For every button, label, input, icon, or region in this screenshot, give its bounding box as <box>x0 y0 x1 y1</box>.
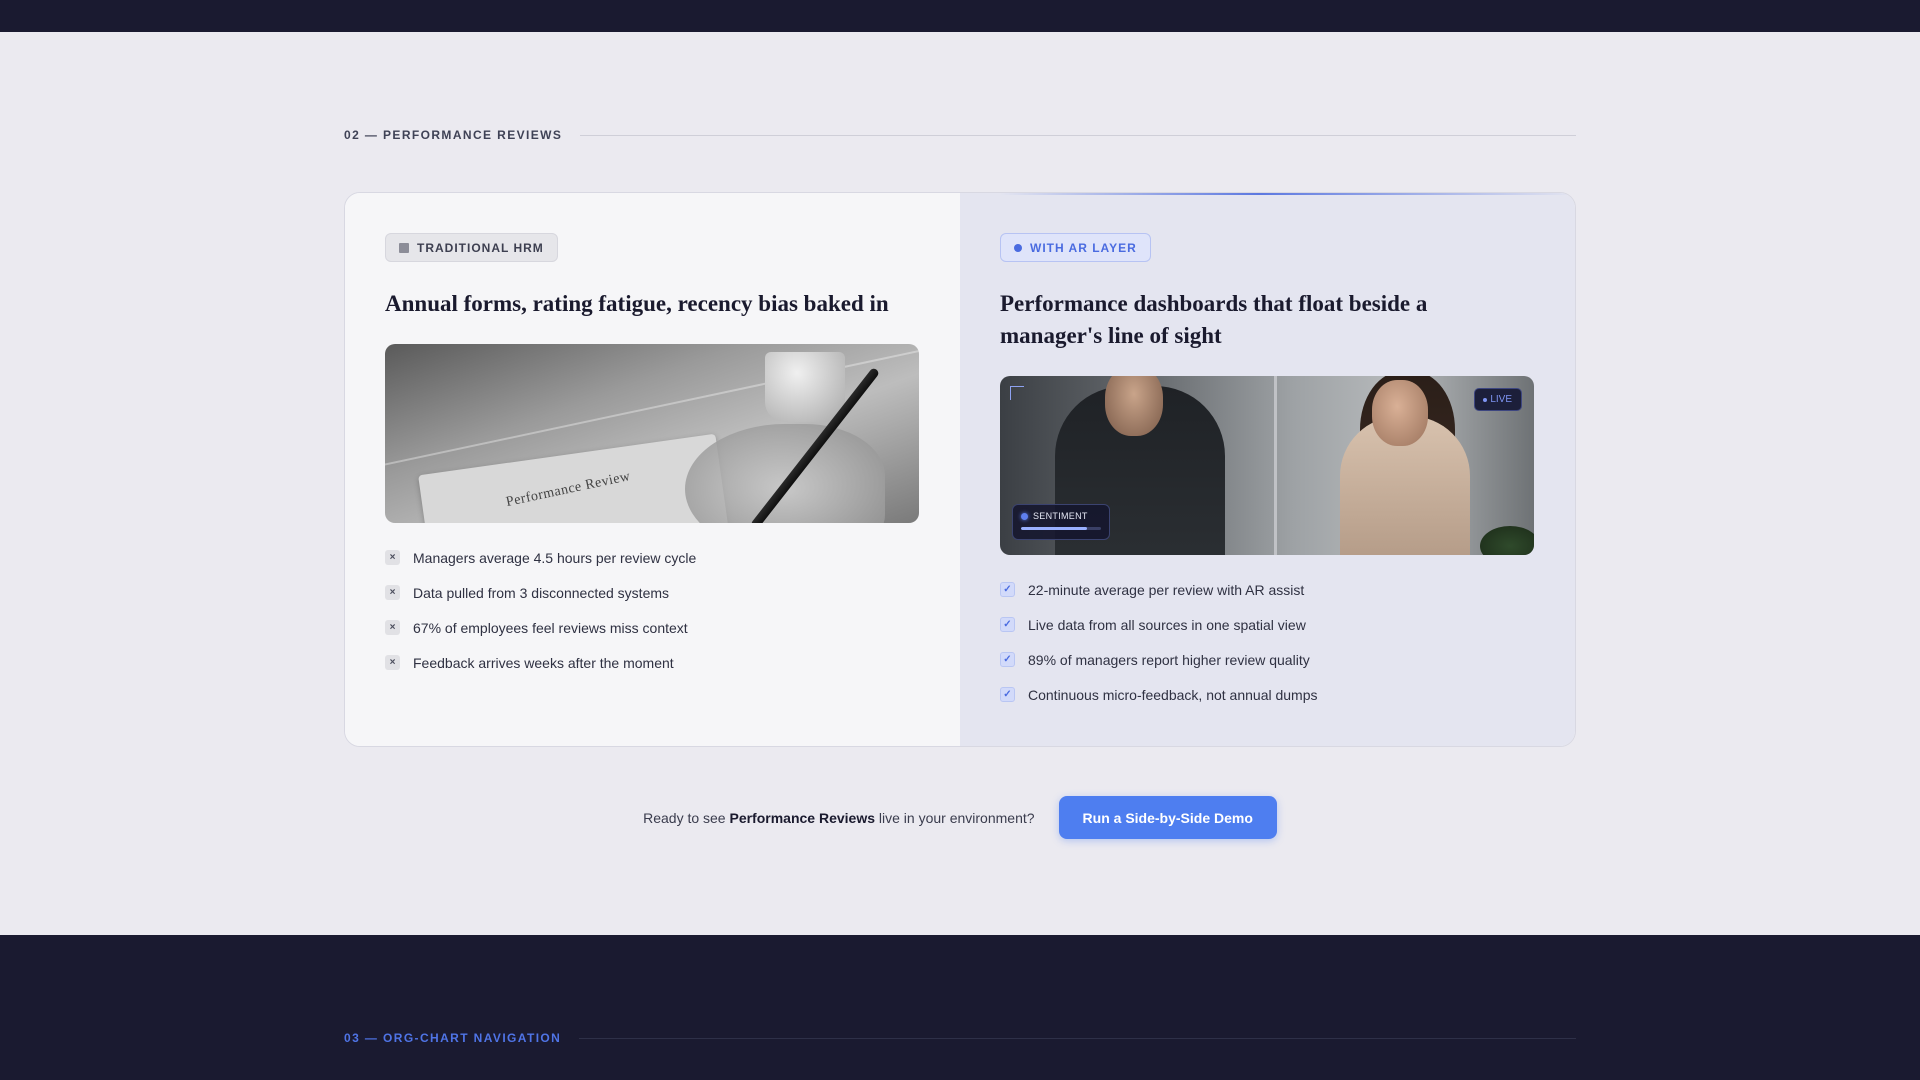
checkmark-icon: ✓ <box>1000 687 1015 702</box>
ar-benefits-list: ✓ 22-minute average per review with AR a… <box>1000 581 1535 703</box>
sentiment-bar <box>1021 527 1101 530</box>
checkmark-icon: ✓ <box>1000 652 1015 667</box>
accent-glow-line <box>1000 193 1575 195</box>
list-item-text: Continuous micro-feedback, not annual du… <box>1028 686 1318 703</box>
org-chart-section: 03 — ORG-CHART NAVIGATION <box>0 935 1920 1080</box>
traditional-tag-label: TRADITIONAL HRM <box>417 240 544 255</box>
dot-icon <box>1014 243 1022 252</box>
list-item: ✓ Live data from all sources in one spat… <box>1000 616 1535 633</box>
comparison-card: TRADITIONAL HRM Annual forms, rating fat… <box>344 192 1576 747</box>
run-demo-button[interactable]: Run a Side-by-Side Demo <box>1058 796 1277 839</box>
sentiment-dot-icon <box>1021 512 1028 520</box>
sentiment-label: SENTIMENT <box>1033 511 1088 521</box>
x-mark-icon: × <box>385 620 400 635</box>
list-item: × 67% of employees feel reviews miss con… <box>385 619 920 636</box>
live-badge: LIVE <box>1474 388 1522 411</box>
section-divider <box>580 134 1576 136</box>
traditional-tag: TRADITIONAL HRM <box>385 233 558 262</box>
ar-layer-tag-label: WITH AR LAYER <box>1030 240 1137 255</box>
section-header-performance-reviews: 02 — PERFORMANCE REVIEWS <box>344 128 1576 142</box>
list-item-text: Data pulled from 3 disconnected systems <box>413 584 670 601</box>
ar-meeting-photo: LIVE SENTIMENT <box>1000 376 1534 555</box>
checkmark-icon: ✓ <box>1000 617 1015 632</box>
traditional-heading: Annual forms, rating fatigue, recency bi… <box>385 291 889 316</box>
list-item: × Managers average 4.5 hours per review … <box>385 549 920 566</box>
cta-text-prefix: Ready to see <box>643 809 730 826</box>
section-label: 02 — PERFORMANCE REVIEWS <box>344 128 563 142</box>
list-item-text: 89% of managers report higher review qua… <box>1028 651 1310 668</box>
performance-review-photo: Performance Review <box>385 344 919 523</box>
list-item-text: Managers average 4.5 hours per review cy… <box>413 549 697 566</box>
list-item-text: 22-minute average per review with AR ass… <box>1028 581 1305 598</box>
list-item: × Feedback arrives weeks after the momen… <box>385 654 920 671</box>
checkmark-icon: ✓ <box>1000 582 1015 597</box>
section-label: 03 — ORG-CHART NAVIGATION <box>344 1031 562 1045</box>
list-item: ✓ 89% of managers report higher review q… <box>1000 651 1535 668</box>
ar-layer-heading: Performance dashboards that float beside… <box>1000 291 1428 348</box>
ar-layer-tag: WITH AR LAYER <box>1000 233 1151 262</box>
list-item: × Data pulled from 3 disconnected system… <box>385 584 920 601</box>
cta-text: Ready to see Performance Reviews live in… <box>643 810 1034 826</box>
top-nav-bar <box>0 0 1920 32</box>
x-mark-icon: × <box>385 550 400 565</box>
list-item: ✓ 22-minute average per review with AR a… <box>1000 581 1535 598</box>
glass-partition <box>1274 376 1277 555</box>
cta-text-highlight: Performance Reviews <box>729 809 876 826</box>
list-item: ✓ Continuous micro-feedback, not annual … <box>1000 686 1535 703</box>
sentiment-widget: SENTIMENT <box>1012 504 1110 540</box>
square-icon <box>399 242 409 253</box>
traditional-panel: TRADITIONAL HRM Annual forms, rating fat… <box>345 193 960 746</box>
section-header-org-chart: 03 — ORG-CHART NAVIGATION <box>344 1031 1576 1045</box>
list-item-text: Feedback arrives weeks after the moment <box>413 654 674 671</box>
ar-frame-corner <box>1010 386 1024 400</box>
x-mark-icon: × <box>385 585 400 600</box>
traditional-drawbacks-list: × Managers average 4.5 hours per review … <box>385 549 920 671</box>
plant <box>1480 526 1534 555</box>
sentiment-bar-fill <box>1021 527 1087 530</box>
section-divider <box>579 1037 1576 1039</box>
ar-layer-panel: WITH AR LAYER Performance dashboards tha… <box>960 193 1575 746</box>
coffee-mug <box>765 352 845 422</box>
live-badge-label: LIVE <box>1490 394 1512 405</box>
list-item-text: 67% of employees feel reviews miss conte… <box>413 619 688 636</box>
cta-text-suffix: live in your environment? <box>875 809 1035 826</box>
cta-row: Ready to see Performance Reviews live in… <box>0 796 1920 839</box>
x-mark-icon: × <box>385 655 400 670</box>
live-dot-icon <box>1483 397 1488 402</box>
list-item-text: Live data from all sources in one spatia… <box>1028 616 1306 633</box>
